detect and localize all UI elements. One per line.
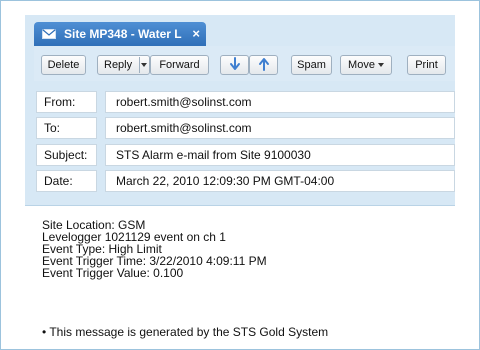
forward-button[interactable]: Forward xyxy=(150,55,209,75)
close-icon[interactable]: × xyxy=(192,22,200,46)
from-value: robert.smith@solinst.com xyxy=(105,91,455,113)
reply-button-label: Reply xyxy=(104,59,133,71)
print-button[interactable]: Print xyxy=(407,55,446,75)
subject-row: Subject: STS Alarm e-mail from Site 9100… xyxy=(34,144,455,166)
previous-message-button[interactable] xyxy=(249,55,278,75)
from-row: From: robert.smith@solinst.com xyxy=(34,91,455,113)
subject-label: Subject: xyxy=(36,144,97,166)
mail-icon xyxy=(42,29,56,39)
reply-split-divider xyxy=(139,57,140,73)
reply-button[interactable]: Reply xyxy=(97,55,150,75)
to-row: To: robert.smith@solinst.com xyxy=(34,117,455,139)
to-value: robert.smith@solinst.com xyxy=(105,117,455,139)
spam-button[interactable]: Spam xyxy=(291,55,332,75)
to-label: To: xyxy=(36,117,97,139)
subject-value: STS Alarm e-mail from Site 9100030 xyxy=(105,144,455,166)
date-row: Date: March 22, 2010 12:09:30 PM GMT-04:… xyxy=(34,170,455,192)
arrow-down-icon xyxy=(229,57,240,70)
move-button[interactable]: Move xyxy=(340,55,392,75)
tab-title: Site MP348 - Water L xyxy=(64,27,182,41)
delete-button[interactable]: Delete xyxy=(41,55,86,75)
from-label: From: xyxy=(36,91,97,113)
move-button-label: Move xyxy=(348,59,375,71)
email-window: Site MP348 - Water L × Delete Reply Forw… xyxy=(0,0,480,350)
reply-dropdown-icon[interactable] xyxy=(141,63,147,67)
message-tab[interactable]: Site MP348 - Water L × xyxy=(34,22,206,46)
body-line: Event Trigger Value: 0.100 xyxy=(42,266,184,280)
arrow-up-icon xyxy=(258,58,269,71)
body-footer-note: • This message is generated by the STS G… xyxy=(42,325,329,339)
date-label: Date: xyxy=(36,170,97,192)
toolbar: Delete Reply Forward Spam Move Print xyxy=(34,46,455,81)
next-message-button[interactable] xyxy=(220,55,249,75)
move-dropdown-icon xyxy=(377,63,384,68)
date-value: March 22, 2010 12:09:30 PM GMT-04:00 xyxy=(105,170,455,192)
message-body: Site Location: GSM Levelogger 1021129 ev… xyxy=(42,219,442,338)
